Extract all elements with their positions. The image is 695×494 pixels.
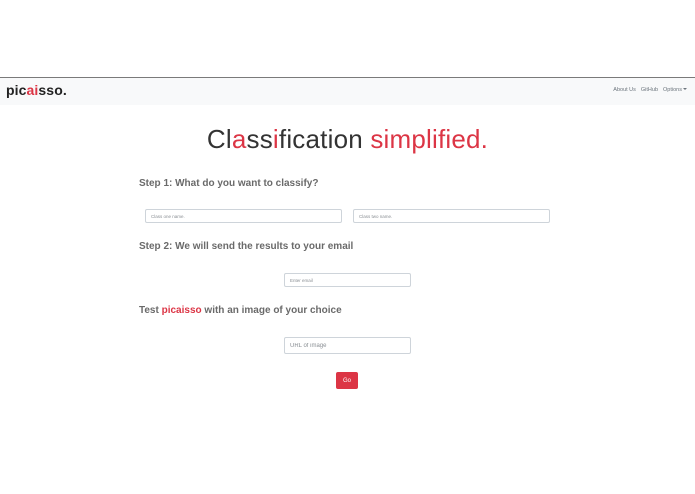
class-two-input[interactable] (353, 209, 550, 223)
options-label: Options (663, 87, 682, 93)
caret-down-icon (683, 88, 687, 90)
go-button[interactable]: Go (336, 372, 358, 389)
nav-link-about-us[interactable]: About Us (613, 87, 636, 93)
title-accent-word: simplified. (370, 124, 489, 154)
brand-suffix: sso. (38, 82, 67, 98)
brand-prefix: pic (6, 82, 27, 98)
image-url-input[interactable] (284, 337, 411, 354)
nav-links: About Us GitHub Options (613, 87, 687, 93)
brand-accent: ai (26, 82, 39, 98)
step-3-brand: picaisso (161, 305, 202, 316)
title-accent-letter: a (231, 124, 247, 154)
nav-link-github[interactable]: GitHub (641, 87, 658, 93)
step-2-heading: Step 2: We will send the results to your… (139, 241, 354, 252)
step-1-heading: Step 1: What do you want to classify? (139, 178, 319, 189)
navbar: picaisso. About Us GitHub Options (0, 77, 695, 105)
email-input[interactable] (284, 273, 411, 287)
brand-logo[interactable]: picaisso. (6, 82, 67, 98)
step-3-heading: Test picaisso with an image of your choi… (139, 305, 342, 316)
title-part: fication (278, 124, 371, 154)
step-3-suffix: with an image of your choice (201, 305, 342, 316)
step-3-prefix: Test (139, 305, 162, 316)
title-part: Cl (206, 124, 232, 154)
nav-link-options[interactable]: Options (663, 87, 687, 93)
title-part: ss (246, 124, 273, 154)
class-one-input[interactable] (145, 209, 342, 223)
page: picaisso. About Us GitHub Options Classi… (0, 0, 695, 494)
page-title: Classification simplified. (0, 124, 695, 155)
